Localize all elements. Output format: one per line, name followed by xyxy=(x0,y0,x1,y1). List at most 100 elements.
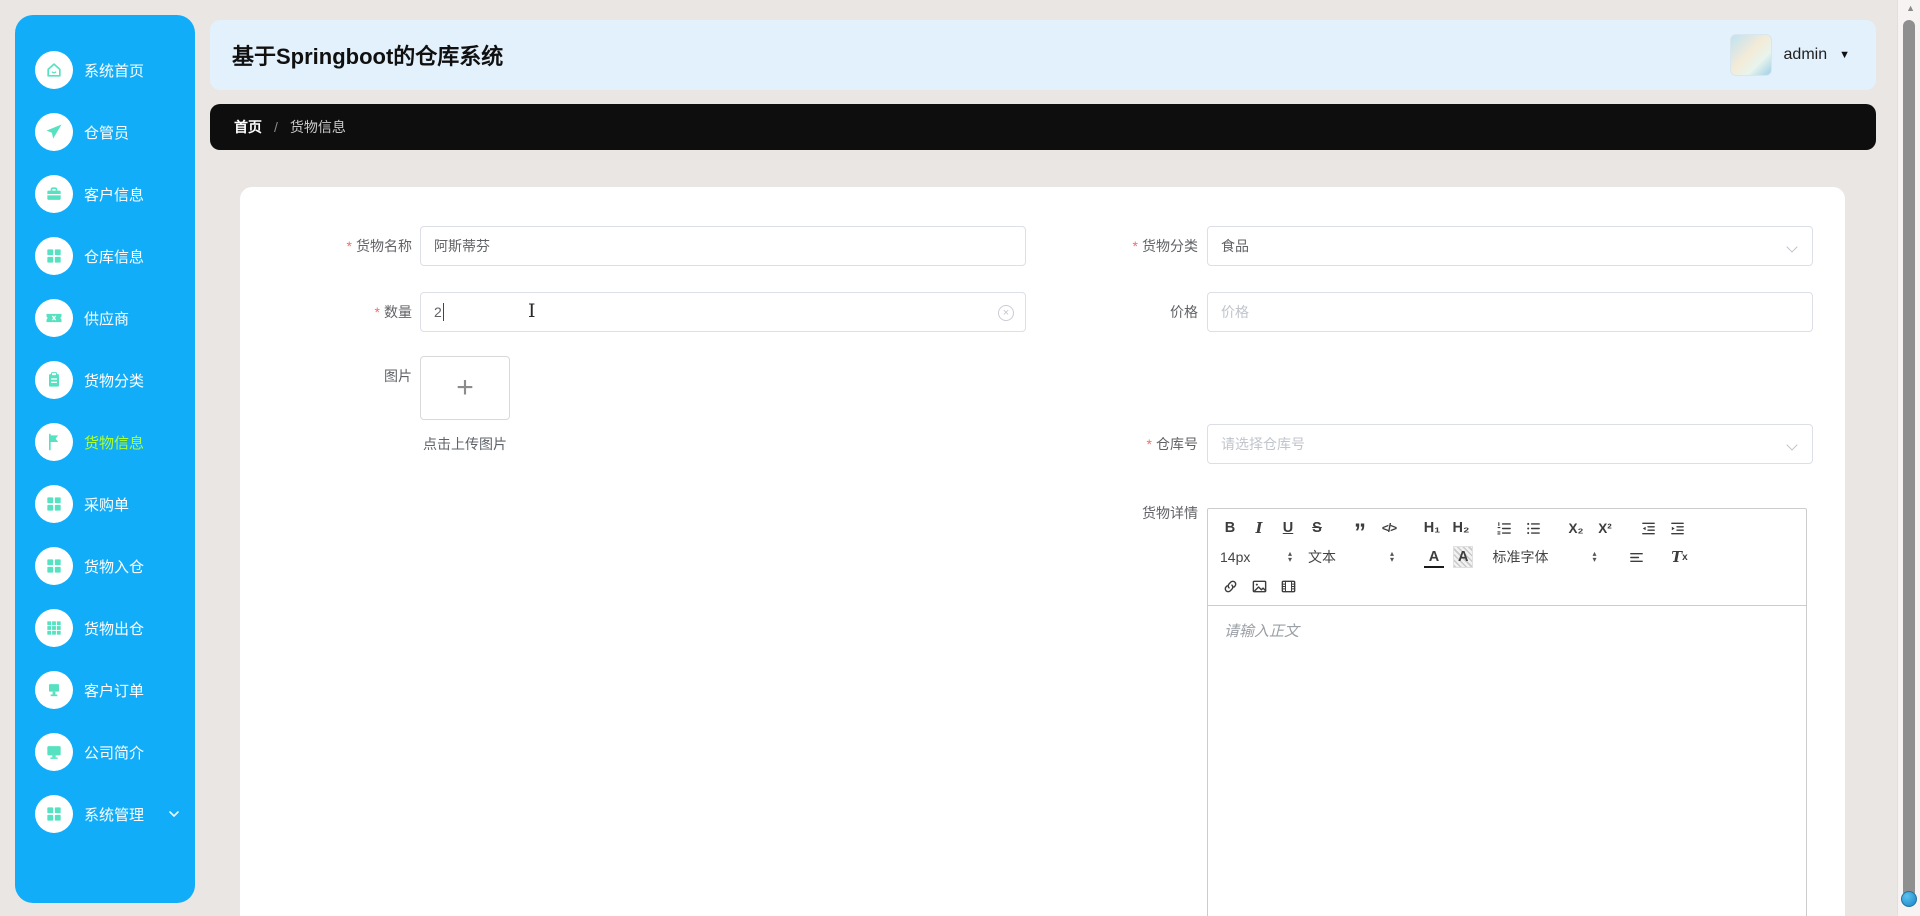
board-icon xyxy=(35,671,73,709)
sidebar-item-label: 货物入仓 xyxy=(84,558,145,576)
warehouse-label: * 仓库号 xyxy=(1146,436,1198,452)
breadcrumb-home-link[interactable]: 首页 xyxy=(234,117,262,137)
highlight-color-button[interactable]: A xyxy=(1453,546,1474,568)
price-label: 价格 xyxy=(1170,304,1198,320)
app-title: 基于Springboot的仓库系统 xyxy=(232,44,504,69)
header-1-button[interactable]: H₁ xyxy=(1422,517,1442,539)
sidebar-item-label: 货物信息 xyxy=(84,434,145,452)
grid9-icon xyxy=(35,609,73,647)
sidebar-item-label: 系统首页 xyxy=(84,62,145,80)
grid-icon xyxy=(35,485,73,523)
scroll-up-icon[interactable]: ▲ xyxy=(1906,3,1915,13)
goods-category-value: 食品 xyxy=(1221,238,1249,254)
sidebar-item-label: 公司简介 xyxy=(84,744,145,762)
editor-placeholder: 请输入正文 xyxy=(1224,623,1300,640)
image-button[interactable] xyxy=(1249,575,1269,597)
goods-category-select[interactable]: 食品 xyxy=(1207,226,1813,266)
sidebar-item-customer-info[interactable]: 客户信息 xyxy=(15,163,195,225)
home-icon xyxy=(35,51,73,89)
required-mark: * xyxy=(346,238,352,254)
sidebar-item-company-profile[interactable]: 公司简介 xyxy=(15,721,195,783)
sidebar-item-customer-order[interactable]: 客户订单 xyxy=(15,659,195,721)
user-menu[interactable]: admin ▼ xyxy=(1729,34,1850,76)
text-color-button[interactable]: A xyxy=(1424,549,1444,568)
sidebar-item-label: 客户订单 xyxy=(84,682,145,700)
code-block-button[interactable]: </> xyxy=(1379,517,1399,539)
quantity-label: * 数量 xyxy=(374,304,412,320)
flag-icon xyxy=(35,423,73,461)
sidebar-item-warehouse-info[interactable]: 仓库信息 xyxy=(15,225,195,287)
italic-button[interactable]: I xyxy=(1249,517,1269,539)
link-button[interactable] xyxy=(1220,575,1240,597)
underline-button[interactable]: U xyxy=(1278,517,1298,539)
sidebar-item-warehouse-keeper[interactable]: 仓管员 xyxy=(15,101,195,163)
breadcrumb-separator: / xyxy=(274,119,278,135)
sidebar-item-label: 系统管理 xyxy=(84,806,145,824)
video-button[interactable] xyxy=(1278,575,1298,597)
ticket-icon xyxy=(35,299,73,337)
sidebar-item-supplier[interactable]: 供应商 xyxy=(15,287,195,349)
ordered-list-button[interactable] xyxy=(1494,517,1514,539)
outdent-button[interactable] xyxy=(1638,517,1658,539)
avatar[interactable] xyxy=(1729,34,1772,76)
subscript-button[interactable]: X₂ xyxy=(1566,517,1586,539)
bold-button[interactable]: B xyxy=(1220,517,1240,539)
breadcrumb-current: 货物信息 xyxy=(289,119,346,135)
sidebar-item-goods-info[interactable]: 货物信息 xyxy=(15,411,195,473)
briefcase-icon xyxy=(35,175,73,213)
rich-text-editor: B I U S ” </> H₁ H₂ X₂ X² 14px ▴ ▾ 文本 ▴ … xyxy=(1207,508,1807,916)
sidebar-item-label: 货物出仓 xyxy=(84,620,145,638)
required-mark: * xyxy=(1146,436,1152,452)
sidebar-item-label: 货物分类 xyxy=(84,372,145,390)
monitor-icon xyxy=(35,733,73,771)
sidebar-item-label: 仓库信息 xyxy=(84,248,145,266)
chevron-down-icon xyxy=(1786,241,1798,253)
grid-icon xyxy=(35,795,73,833)
sidebar-item-goods-outbound[interactable]: 货物出仓 xyxy=(15,597,195,659)
username: admin xyxy=(1783,46,1828,63)
bullet-list-button[interactable] xyxy=(1523,517,1543,539)
clear-format-button[interactable]: Tx xyxy=(1669,546,1689,568)
grid-icon xyxy=(35,547,73,585)
required-mark: * xyxy=(1132,238,1138,254)
sidebar-item-purchase-order[interactable]: 采购单 xyxy=(15,473,195,535)
quantity-value: 2 xyxy=(434,304,442,320)
breadcrumb: 首页 / 货物信息 xyxy=(210,104,1876,150)
font-family-picker[interactable]: 标准字体 ▴ ▾ xyxy=(1492,546,1596,568)
sidebar-item-goods-category[interactable]: 货物分类 xyxy=(15,349,195,411)
scrollbar-track[interactable]: ▲ xyxy=(1897,0,1920,916)
picker-arrows-icon: ▴ ▾ xyxy=(1287,548,1292,564)
sidebar-item-label: 采购单 xyxy=(84,496,130,514)
header-2-button[interactable]: H₂ xyxy=(1451,517,1471,539)
sidebar: 系统首页 仓管员 客户信息 仓库信息 供应商 货物分类 货物信息 采购单 货物入… xyxy=(15,15,195,903)
goods-category-label: * 货物分类 xyxy=(1132,238,1198,254)
warehouse-placeholder: 请选择仓库号 xyxy=(1221,436,1305,452)
paper-plane-icon xyxy=(35,113,73,151)
strikethrough-button[interactable]: S xyxy=(1307,517,1327,539)
picker-arrows-icon: ▴ ▾ xyxy=(1389,548,1394,564)
indent-button[interactable] xyxy=(1667,517,1687,539)
goods-name-value: 阿斯蒂芬 xyxy=(434,238,490,254)
caret-down-icon: ▼ xyxy=(1839,49,1850,61)
price-input[interactable]: 价格 xyxy=(1207,292,1813,332)
quantity-input[interactable]: 2 × xyxy=(420,292,1026,332)
sidebar-item-home[interactable]: 系统首页 xyxy=(15,39,195,101)
sidebar-item-goods-inbound[interactable]: 货物入仓 xyxy=(15,535,195,597)
editor-content-area[interactable]: 请输入正文 xyxy=(1208,606,1806,916)
detail-label: 货物详情 xyxy=(1142,505,1198,521)
text-caret xyxy=(442,303,444,321)
blockquote-button[interactable]: ” xyxy=(1350,517,1370,545)
scrollbar-thumb[interactable] xyxy=(1903,20,1915,898)
sidebar-item-system-management[interactable]: 系统管理 xyxy=(15,783,195,845)
warehouse-select[interactable]: 请选择仓库号 xyxy=(1207,424,1813,464)
superscript-button[interactable]: X² xyxy=(1595,517,1615,539)
font-size-picker[interactable]: 14px ▴ ▾ xyxy=(1220,546,1292,568)
text-style-picker[interactable]: 文本 ▴ ▾ xyxy=(1308,546,1394,568)
sidebar-item-label: 供应商 xyxy=(84,310,130,328)
image-upload-button[interactable]: + xyxy=(420,356,510,420)
align-button[interactable] xyxy=(1626,546,1646,568)
clear-icon[interactable]: × xyxy=(998,305,1014,321)
price-placeholder: 价格 xyxy=(1221,304,1249,320)
scrollbar-handle[interactable] xyxy=(1900,891,1917,907)
goods-name-input[interactable]: 阿斯蒂芬 xyxy=(420,226,1026,266)
